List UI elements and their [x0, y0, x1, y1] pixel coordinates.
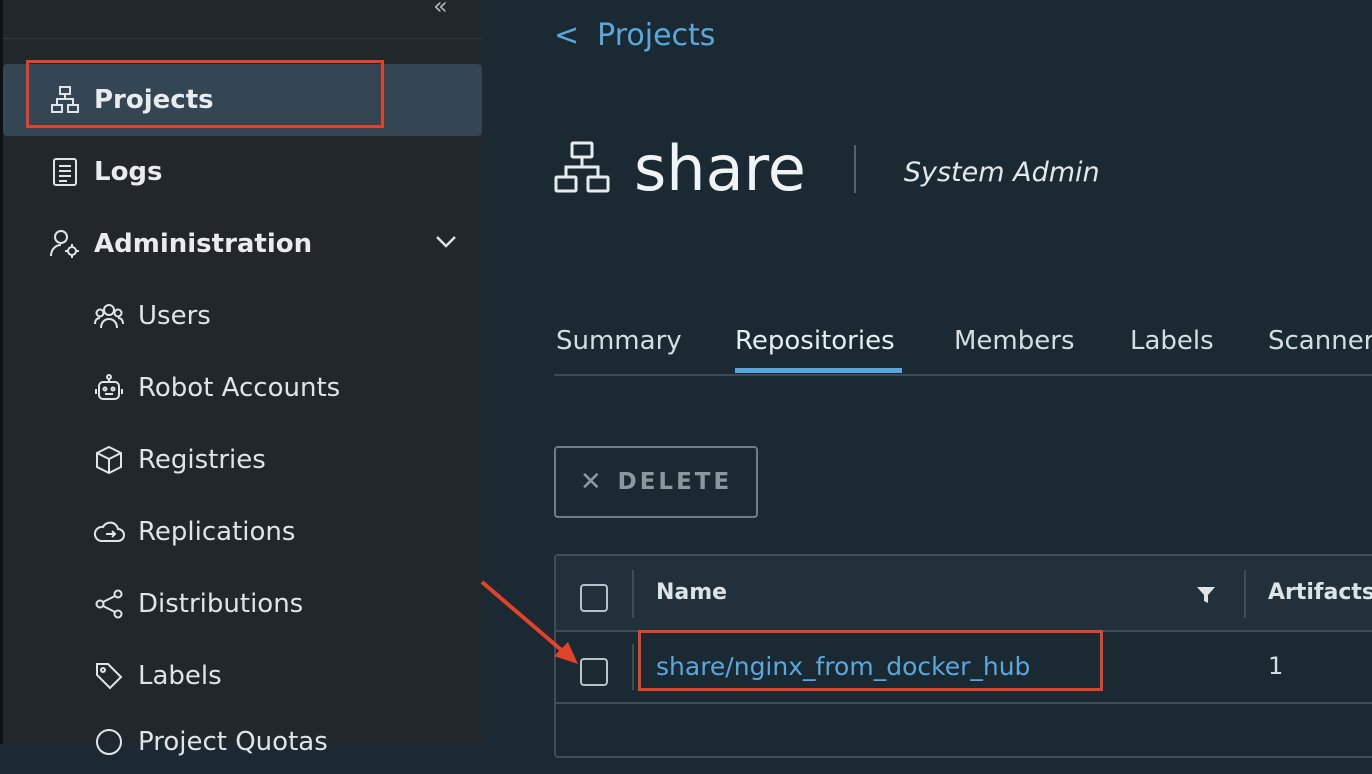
collapse-sidebar-icon[interactable]: «: [433, 0, 448, 20]
breadcrumb-projects-link[interactable]: Projects: [597, 18, 715, 53]
tab-summary[interactable]: Summary: [556, 326, 682, 356]
delete-label: DELETE: [617, 469, 733, 495]
breadcrumb[interactable]: < Projects: [554, 18, 715, 53]
page-title: share: [634, 132, 806, 205]
column-divider: [632, 570, 634, 618]
sidebar-item-label: Logs: [94, 157, 163, 187]
sidebar-item-label: Labels: [138, 661, 222, 691]
users-icon: [93, 300, 125, 332]
column-divider: [1244, 570, 1246, 618]
sidebar-item-registries[interactable]: Registries: [3, 428, 482, 492]
replication-cloud-icon: [93, 516, 125, 548]
column-divider: [632, 644, 634, 690]
chevron-down-icon[interactable]: [434, 230, 458, 258]
sidebar-item-administration[interactable]: Administration: [3, 212, 482, 276]
projects-icon: [554, 141, 610, 197]
sidebar-item-project-quotas[interactable]: Project Quotas: [3, 710, 482, 774]
robot-icon: [93, 372, 125, 404]
sidebar-item-label: Project Quotas: [138, 727, 328, 757]
highlight-projects: [26, 60, 384, 128]
sidebar-item-label: Distributions: [138, 589, 304, 619]
table-header: Name Artifacts: [556, 556, 1372, 632]
sidebar-item-distributions[interactable]: Distributions: [3, 572, 482, 636]
delete-button[interactable]: ✕ DELETE: [554, 446, 758, 518]
row-divider: [556, 702, 1372, 704]
tag-icon: [93, 660, 125, 692]
tab-repositories[interactable]: Repositories: [735, 326, 895, 356]
sidebar-item-users[interactable]: Users: [3, 284, 482, 348]
divider: [3, 38, 482, 39]
sidebar-item-robot-accounts[interactable]: Robot Accounts: [3, 356, 482, 420]
share-nodes-icon: [93, 588, 125, 620]
filter-icon[interactable]: [1196, 586, 1216, 608]
column-header-artifacts[interactable]: Artifacts: [1268, 580, 1372, 605]
active-tab-indicator: [735, 368, 902, 373]
page-title-row: share System Admin: [554, 132, 1100, 205]
back-chevron[interactable]: <: [554, 18, 579, 53]
tab-labels[interactable]: Labels: [1130, 326, 1214, 356]
logs-icon: [49, 156, 81, 188]
sidebar-item-label: Robot Accounts: [138, 373, 341, 403]
sidebar-item-label: Registries: [138, 445, 266, 475]
column-header-name[interactable]: Name: [656, 580, 727, 605]
sidebar-item-labels[interactable]: Labels: [3, 644, 482, 708]
sidebar-item-label: Users: [138, 301, 211, 331]
role-label: System Admin: [903, 157, 1100, 188]
highlight-repository: [638, 630, 1103, 691]
sidebar-item-logs[interactable]: Logs: [3, 140, 482, 204]
administration-icon: [49, 228, 81, 260]
quota-icon: [93, 726, 125, 758]
sidebar-item-label: Administration: [94, 229, 313, 259]
sidebar-item-replications[interactable]: Replications: [3, 500, 482, 564]
registry-cube-icon: [93, 444, 125, 476]
sidebar-item-label: Replications: [138, 517, 296, 547]
tab-members[interactable]: Members: [954, 326, 1075, 356]
close-icon: ✕: [579, 467, 602, 497]
title-divider: [853, 144, 856, 193]
tab-scanner[interactable]: Scanner: [1268, 326, 1372, 356]
artifacts-count: 1: [1268, 652, 1284, 680]
annotation-arrow: [480, 580, 578, 664]
